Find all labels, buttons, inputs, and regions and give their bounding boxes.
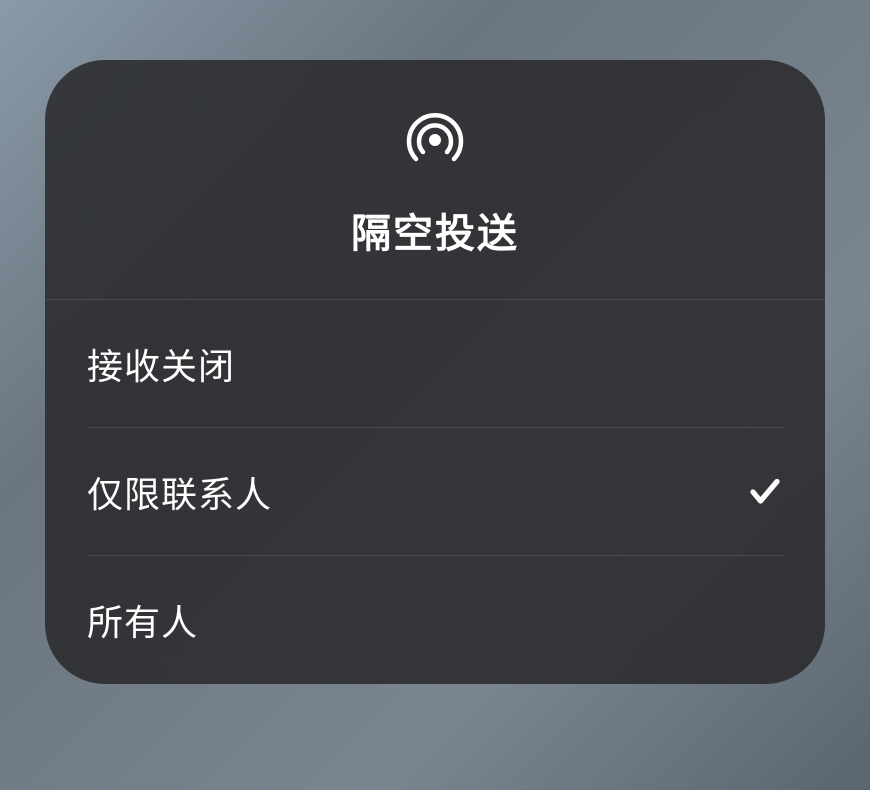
option-receiving-off[interactable]: 接收关闭 bbox=[45, 300, 825, 428]
checkmark-icon bbox=[747, 474, 783, 510]
option-contacts-only[interactable]: 仅限联系人 bbox=[45, 428, 825, 556]
panel-title: 隔空投送 bbox=[351, 201, 519, 259]
panel-header: 隔空投送 bbox=[45, 60, 825, 300]
airdrop-panel: 隔空投送 接收关闭 仅限联系人 所有人 bbox=[45, 60, 825, 684]
option-everyone[interactable]: 所有人 bbox=[45, 556, 825, 684]
option-label: 接收关闭 bbox=[87, 338, 235, 390]
option-label: 所有人 bbox=[87, 594, 198, 646]
airdrop-icon bbox=[403, 108, 467, 177]
option-label: 仅限联系人 bbox=[87, 466, 272, 518]
